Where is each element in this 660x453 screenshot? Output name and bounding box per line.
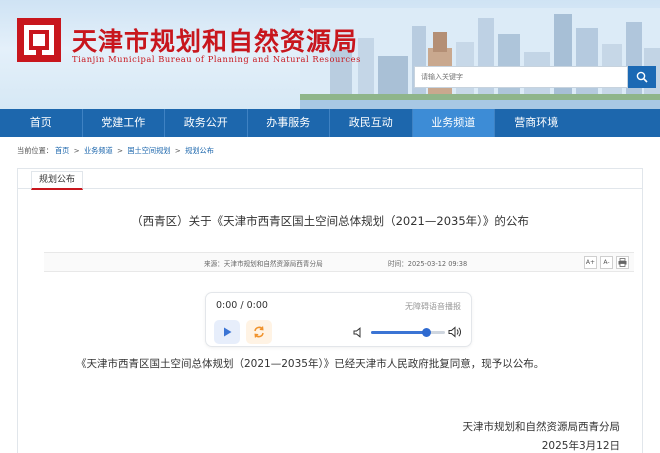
volume-slider-handle[interactable] [422, 328, 431, 337]
nav-item-party-building[interactable]: 党建工作 [83, 109, 165, 137]
search-icon [636, 71, 648, 83]
signature-organization: 天津市规划和自然资源局西青分局 [462, 421, 621, 433]
site-header: 天津市规划和自然资源局 Tianjin Municipal Bureau of … [0, 0, 660, 109]
speaker-mute-icon[interactable] [353, 327, 364, 338]
accessibility-audio-label[interactable]: 无障碍语音播报 [405, 301, 461, 312]
volume-slider-fill [371, 331, 427, 334]
nav-item-home[interactable]: 首页 [0, 109, 83, 137]
play-button[interactable] [214, 320, 240, 344]
search-button[interactable] [628, 66, 656, 88]
breadcrumb-home[interactable]: 首页 [55, 146, 69, 155]
loop-button[interactable] [246, 320, 272, 344]
search-box [414, 66, 656, 88]
article-body: 《天津市西青区国土空间总体规划（2021—2035年）》已经天津市人民政府批复同… [76, 358, 545, 370]
breadcrumb: 当前位置： 首页 > 业务频道 > 国土空间规划 > 规划公布 [17, 146, 216, 156]
speaker-volume-icon[interactable] [448, 326, 462, 338]
nav-item-business-environment[interactable]: 营商环境 [495, 109, 578, 137]
nav-item-interaction[interactable]: 政民互动 [330, 109, 413, 137]
article-title: （西青区）关于《天津市西青区国土空间总体规划（2021—2035年）》的公布 [131, 214, 529, 228]
breadcrumb-separator: > [174, 146, 181, 155]
loop-icon [254, 326, 264, 338]
font-increase-button[interactable]: A+ [584, 256, 597, 269]
print-button[interactable] [616, 256, 629, 269]
article-time: 时间：2025-03-12 09:38 [388, 260, 468, 268]
breadcrumb-prefix: 当前位置： [17, 146, 53, 155]
volume-slider[interactable] [371, 328, 445, 337]
tab-plan-publication[interactable]: 规划公布 [31, 171, 84, 190]
signature-date: 2025年3月12日 [541, 440, 620, 452]
nav-item-services[interactable]: 办事服务 [248, 109, 330, 137]
nav-item-business-channel[interactable]: 业务频道 [412, 109, 495, 137]
breadcrumb-business-channel[interactable]: 业务频道 [84, 146, 113, 155]
audio-player: 0:00 / 0:00 无障碍语音播报 [205, 292, 472, 347]
article-meta-bar: 来源：天津市规划和自然资源局西青分局 时间：2025-03-12 09:38 A… [44, 252, 634, 272]
breadcrumb-spatial-planning[interactable]: 国土空间规划 [127, 146, 170, 155]
breadcrumb-plan-publication[interactable]: 规划公布 [185, 146, 214, 155]
player-time: 0:00 / 0:00 [216, 300, 268, 311]
main-nav: 首页 党建工作 政务公开 办事服务 政民互动 业务频道 营商环境 [0, 109, 660, 137]
site-title-english: Tianjin Municipal Bureau of Planning and… [72, 54, 361, 64]
font-decrease-button[interactable]: A- [600, 256, 613, 269]
site-title: 天津市规划和自然资源局 [72, 27, 359, 56]
panel-tab-bar: 规划公布 [18, 169, 642, 190]
bureau-logo [17, 18, 61, 62]
breadcrumb-separator: > [117, 146, 124, 155]
article-source: 来源：天津市规划和自然资源局西青分局 [204, 260, 323, 268]
search-input[interactable] [414, 66, 628, 88]
nav-item-government-affairs[interactable]: 政务公开 [165, 109, 248, 137]
breadcrumb-separator: > [73, 146, 80, 155]
print-icon [618, 258, 627, 267]
play-icon [224, 327, 232, 337]
